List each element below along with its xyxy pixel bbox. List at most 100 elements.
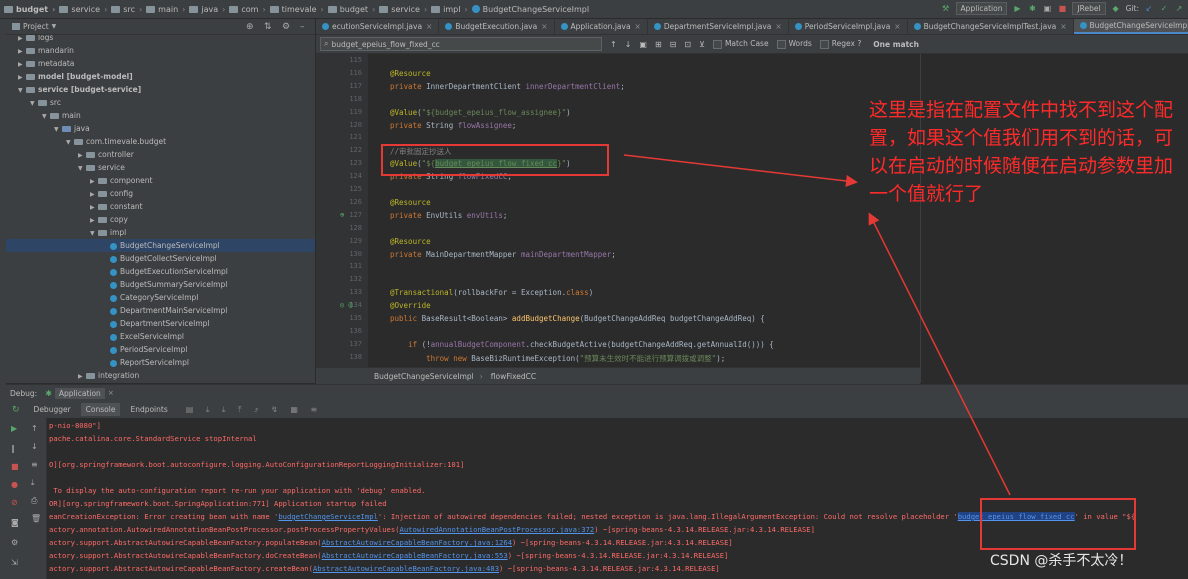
scroll-down-icon[interactable]: ↓ — [31, 442, 38, 451]
breadcrumb-class[interactable]: BudgetChangeServiceImpl — [374, 372, 474, 381]
soft-wrap-icon[interactable]: ≡ — [31, 460, 38, 469]
tree-item[interactable]: ▼ com.timevale.budget — [6, 135, 315, 148]
find-input-box[interactable]: ⌕ budget_epeius_flow_fixed_cc — [320, 37, 602, 51]
tree-item[interactable]: ▼ service [budget-service] — [6, 83, 315, 96]
tree-item[interactable]: BudgetChangeServiceImpl — [6, 239, 315, 252]
run-config-select[interactable]: Application — [955, 2, 1008, 15]
step-icons[interactable]: ▤ ⤓ ⤓ ⤒ ⤴ ↯ ▦ ≡ — [186, 405, 322, 415]
stop-icon[interactable]: ■ — [11, 462, 19, 471]
debug-icon[interactable]: ✱ — [1027, 4, 1037, 14]
editor-tab[interactable]: DepartmentServiceImpl.java × — [648, 19, 789, 34]
breadcrumb-item[interactable]: src › — [111, 5, 142, 14]
scroll-end-icon[interactable]: ⤓ — [31, 478, 35, 488]
tree-item[interactable]: ▶ integration — [6, 369, 315, 382]
code-line[interactable]: private InnerDepartmentClient innerDepar… — [390, 82, 625, 91]
words-option[interactable]: Words — [776, 39, 812, 49]
tree-item[interactable]: ExcelServiceImpl — [6, 330, 315, 343]
tree-item[interactable]: BudgetSummaryServiceImpl — [6, 278, 315, 291]
breadcrumb-item[interactable]: service › — [379, 5, 427, 14]
settings-icon[interactable]: ⚙ — [11, 538, 18, 547]
tree-item[interactable]: ▶ mandarin — [6, 44, 315, 57]
tree-item[interactable]: ▶ constant — [6, 200, 315, 213]
remove-selection-icon[interactable]: ⊟ — [670, 40, 677, 49]
arrow-up-icon[interactable]: ↑ — [610, 40, 617, 49]
breadcrumb-item[interactable]: main › — [146, 5, 185, 14]
tree-item[interactable]: ▶ copy — [6, 213, 315, 226]
tree-item[interactable]: DepartmentServiceImpl — [6, 317, 315, 330]
arrow-down-icon[interactable]: ↓ — [625, 40, 632, 49]
code-line[interactable]: @Value("${budget_epeius_flow_assignee}") — [390, 108, 571, 117]
tree-item[interactable]: ▼ java — [6, 122, 315, 135]
breadcrumb-item[interactable]: budget › — [327, 5, 375, 14]
close-tab-icon[interactable]: × — [894, 22, 900, 31]
dropdown-icon[interactable]: ▼ — [52, 23, 57, 30]
editor-tab[interactable]: BudgetExecution.java × — [439, 19, 555, 34]
select-all-icon[interactable]: ▣ — [639, 40, 647, 49]
stop-icon[interactable]: ■ — [1057, 4, 1067, 14]
close-icon[interactable]: × — [108, 389, 114, 397]
tree-item[interactable]: DepartmentMainServiceImpl — [6, 304, 315, 317]
close-tab-icon[interactable]: × — [635, 22, 641, 31]
close-tab-icon[interactable]: × — [426, 22, 432, 31]
breadcrumb-item[interactable]: com › — [229, 5, 266, 14]
rerun-icon[interactable]: ↻ — [12, 405, 20, 415]
code-line[interactable]: @Resource — [390, 198, 431, 207]
tree-item[interactable]: ▼ main — [6, 109, 315, 122]
close-tab-icon[interactable]: × — [1060, 22, 1066, 31]
tree-item[interactable]: ReportServiceImpl — [6, 356, 315, 369]
breadcrumb-item[interactable]: java › — [189, 5, 225, 14]
close-tab-icon[interactable]: × — [541, 22, 547, 31]
tab-debugger[interactable]: Debugger — [34, 405, 71, 414]
multi-caret-icon[interactable]: ⊡ — [684, 40, 691, 49]
tree-item[interactable]: ▶ component — [6, 174, 315, 187]
editor-tab[interactable]: ecutionServiceImpl.java × — [316, 19, 440, 34]
breakpoints-icon[interactable]: ● — [11, 480, 18, 489]
tree-item[interactable]: ▶ model [budget-model] — [6, 70, 315, 83]
code-line[interactable]: if (!annualBudgetComponent.checkBudgetAc… — [390, 340, 774, 349]
bean-icon[interactable]: ⊕ — [340, 211, 344, 219]
breadcrumb-item[interactable]: BudgetChangeServiceImpl — [471, 5, 589, 14]
match-case-option[interactable]: Match Case — [712, 39, 769, 49]
code-line[interactable]: @Resource — [390, 69, 431, 78]
project-panel-title[interactable]: Project — [23, 22, 49, 31]
close-tab-icon[interactable]: × — [775, 22, 781, 31]
code-line[interactable]: @Transactional(rollbackFor = Exception.c… — [390, 288, 593, 297]
breadcrumb-item[interactable]: timevale › — [269, 5, 324, 14]
filter-icon[interactable]: ⊻ — [699, 40, 705, 49]
tree-item[interactable]: ▼ service — [6, 161, 315, 174]
resume-icon[interactable]: ▶ — [11, 424, 17, 433]
tree-item[interactable]: BudgetExecutionServiceImpl — [6, 265, 315, 278]
tree-item[interactable]: CategoryServiceImpl — [6, 291, 315, 304]
breadcrumb-item[interactable]: budget › — [4, 5, 55, 14]
find-query[interactable]: budget_epeius_flow_fixed_cc — [331, 40, 439, 49]
breadcrumb-item[interactable]: impl › — [431, 5, 468, 14]
jrebel-select[interactable]: JRebel — [1072, 2, 1106, 15]
regex-option[interactable]: Regex ? — [819, 39, 861, 49]
pause-icon[interactable]: ‖ — [11, 444, 15, 453]
collapsed-arrow-icon[interactable]: ▶ — [78, 370, 86, 383]
editor-tab[interactable]: Application.java × — [555, 19, 648, 34]
code-line[interactable]: throw new BaseBizRuntimeException("预算未生效… — [390, 353, 725, 364]
tab-console[interactable]: Console — [80, 403, 121, 416]
tree-item[interactable]: BudgetCollectServiceImpl — [6, 252, 315, 265]
mute-icon[interactable]: ⊘ — [11, 498, 18, 507]
breadcrumb-item[interactable]: service › — [59, 5, 107, 14]
coverage-icon[interactable]: ▣ — [1042, 4, 1052, 14]
code-line[interactable]: private EnvUtils envUtils; — [390, 211, 507, 220]
tab-endpoints[interactable]: Endpoints — [130, 405, 167, 414]
code-line[interactable]: @Resource — [390, 237, 431, 246]
help-icon[interactable]: ? — [857, 39, 861, 48]
tree-item[interactable]: ▼ src — [6, 96, 315, 109]
jrebel-run-icon[interactable]: ◆ — [1111, 4, 1121, 14]
camera-icon[interactable]: ◙ — [11, 518, 19, 527]
git-update-icon[interactable]: ↙ — [1144, 4, 1154, 14]
breadcrumb-field[interactable]: flowFixedCC — [491, 372, 536, 381]
debug-config-tab[interactable]: Application — [54, 387, 105, 399]
tree-item[interactable]: PeriodServiceImpl — [6, 343, 315, 356]
run-icon[interactable]: ▶ — [1012, 4, 1022, 14]
tree-item[interactable]: ▶ logs — [6, 35, 315, 44]
regex-checkbox[interactable] — [819, 39, 829, 49]
target-icon[interactable]: ⊕ — [246, 22, 254, 32]
editor-tab[interactable]: BudgetChangeServiceImplTest.java × — [908, 19, 1074, 34]
trash-icon[interactable]: 🗑 — [31, 514, 41, 523]
